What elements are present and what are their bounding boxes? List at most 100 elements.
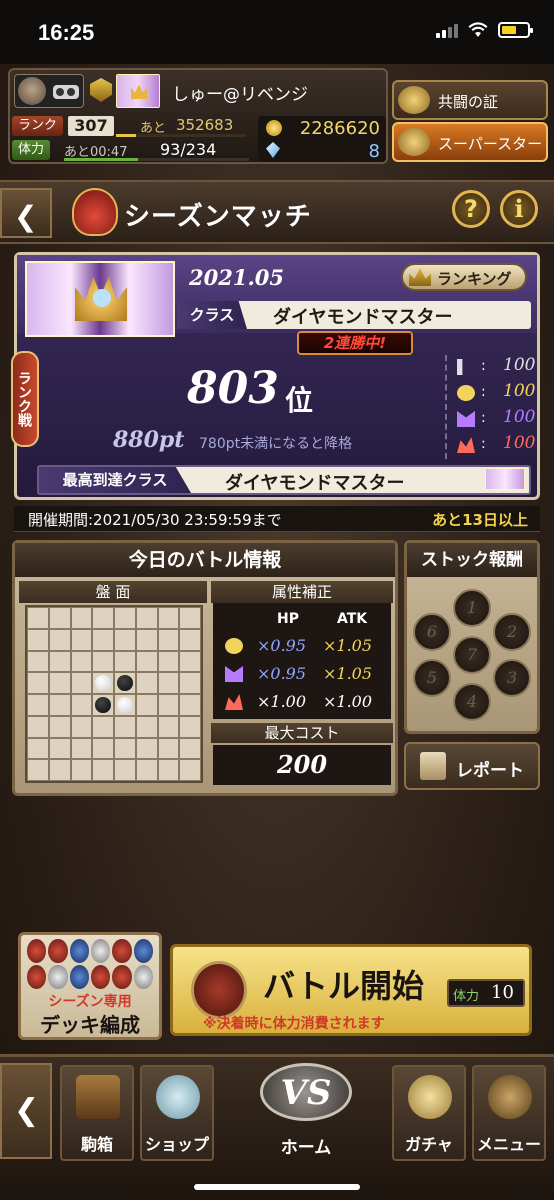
battle-start-label: バトル開始 <box>263 967 424 1005</box>
medal-icon <box>398 86 430 114</box>
nav-piece-box[interactable]: 駒箱 <box>60 1065 134 1161</box>
attribute-bonus-row: ×1.00 ×1.00 <box>213 689 391 715</box>
vs-icon: VS <box>260 1063 352 1121</box>
info-button[interactable]: i <box>500 190 538 228</box>
attribute-item: : 100 <box>455 355 535 381</box>
dark-attribute-icon <box>457 411 475 427</box>
superstar-button[interactable]: スーパースター <box>392 122 548 162</box>
nav-label: メニュー <box>476 1135 541 1154</box>
stock-reward-title: ストック報酬 <box>407 543 537 577</box>
atk-multiplier: ×1.05 <box>323 664 373 683</box>
board-cell <box>48 607 71 629</box>
status-time: 16:25 <box>38 20 95 45</box>
back-button[interactable]: ❮ <box>0 188 52 238</box>
board-cell <box>114 628 136 651</box>
stamina-cost-label: 体力 <box>453 989 480 1004</box>
nav-menu[interactable]: メニュー <box>472 1065 546 1161</box>
board-cell <box>157 694 180 716</box>
battery-icon <box>498 22 533 38</box>
board-cell <box>48 650 71 673</box>
lion-avatar-icon <box>18 77 46 105</box>
board-cell <box>179 607 201 629</box>
event-period: 開催期間:2021/05/30 23:59:59まで <box>28 511 282 529</box>
attribute-item: : 100 <box>455 433 535 459</box>
stamina-row: 体力 あと00:47 93/234 <box>12 140 252 162</box>
kyoto-proof-button[interactable]: 共闘の証 <box>392 80 548 120</box>
best-class-value: ダイヤモンドマスター <box>225 473 405 494</box>
board-cell <box>157 650 180 673</box>
class-crown-icon <box>116 74 160 108</box>
board-cell <box>70 650 93 673</box>
nav-home[interactable]: VS ホーム <box>226 1057 386 1167</box>
board-cell <box>157 607 180 629</box>
board-cell <box>70 737 93 760</box>
board-cell <box>135 737 158 760</box>
atk-header: ATK <box>337 611 368 627</box>
board-cell <box>70 759 93 781</box>
reward-slot: 4 <box>453 683 491 721</box>
battle-start-button[interactable]: バトル開始 ※決着時に体力消費されます 体力 10 <box>170 944 532 1036</box>
superstar-label: スーパースター <box>438 135 543 153</box>
emblem-badge-icon <box>90 78 112 102</box>
status-icons <box>436 22 533 38</box>
board-cell <box>179 759 201 781</box>
rank-battle-tab[interactable]: ランク戦 <box>11 351 39 447</box>
stamina-label: 体力 <box>12 140 51 160</box>
attribute-item: : 100 <box>455 381 535 407</box>
home-indicator <box>194 1184 360 1190</box>
help-button[interactable]: ? <box>452 190 490 228</box>
attribute-bonus-row: ×0.95 ×1.05 <box>213 661 391 687</box>
hp-multiplier: ×0.95 <box>257 664 307 683</box>
board-cell <box>27 628 49 651</box>
stamina-bar-fill <box>64 158 138 161</box>
fire-attribute-icon <box>225 694 243 710</box>
deck-sub-label: シーズン専用 <box>48 994 132 1010</box>
battle-note: ※決着時に体力消費されます <box>203 1016 385 1032</box>
ranking-label: ランキング <box>437 270 512 288</box>
rank-value: 307 <box>68 116 114 136</box>
fire-attribute-icon <box>457 437 475 453</box>
board-cell <box>135 694 158 716</box>
page-title: シーズンマッチ <box>124 202 312 232</box>
coin-icon <box>266 120 282 136</box>
player-panel[interactable]: しゅー@リベンジ ランク 307 あと 352683 体力 あと00:47 93… <box>8 68 388 164</box>
report-button[interactable]: レポート <box>404 742 540 790</box>
ranking-button[interactable]: ランキング <box>401 263 527 291</box>
gem-icon <box>266 142 280 158</box>
stamina-bar <box>64 158 249 161</box>
nav-gacha[interactable]: ガチャ <box>392 1065 466 1161</box>
exp-bar <box>116 134 246 137</box>
attribute-colon: : <box>481 358 486 374</box>
battle-info-title: 今日のバトル情報 <box>15 543 395 577</box>
board-cell <box>70 694 93 716</box>
rank-row: ランク 307 あと 352683 <box>12 116 252 138</box>
attribute-value: 100 <box>503 433 536 453</box>
nav-shop[interactable]: ショップ <box>140 1065 214 1161</box>
board-cell <box>135 759 158 781</box>
board-cell <box>48 759 71 781</box>
attribute-colon: : <box>481 436 486 452</box>
reward-slot: 1 <box>453 589 491 627</box>
nav-back-button[interactable]: ❮ <box>0 1063 52 1159</box>
attribute-list: : 100 : 100 : 100 : 100 <box>445 355 535 459</box>
board-cell <box>48 628 71 651</box>
hp-header: HP <box>277 611 299 627</box>
crown-small-icon <box>409 268 431 286</box>
best-class-emblem-icon <box>485 468 525 490</box>
period-bar: 開催期間:2021/05/30 23:59:59まで あと13日以上 <box>14 506 540 532</box>
deck-pieces-icon <box>27 939 153 989</box>
board-cell <box>70 672 93 694</box>
board-cell <box>70 715 93 738</box>
attribute-bonus-table: HP ATK ×0.95 ×1.05 ×0.95 ×1.05 ×1.00 ×1.… <box>213 603 391 719</box>
board-cell <box>70 607 93 629</box>
season-deck-button[interactable]: シーズン専用 デッキ編成 <box>18 932 162 1040</box>
demotion-note: 780pt未満になると降格 <box>199 436 353 452</box>
board-cell <box>114 737 136 760</box>
exp-bar-fill <box>116 134 136 137</box>
streak-badge: 2連勝中! <box>297 331 413 355</box>
chevron-left-icon: ❮ <box>14 1093 40 1128</box>
kyoto-proof-label: 共闘の証 <box>438 93 499 111</box>
stock-reward-panel[interactable]: ストック報酬 1 2 3 4 5 6 7 <box>404 540 540 734</box>
bottom-nav: ❮ 駒箱 ショップ VS ホーム ガチャ メニュー <box>0 1054 554 1200</box>
atk-multiplier: ×1.05 <box>323 636 373 655</box>
